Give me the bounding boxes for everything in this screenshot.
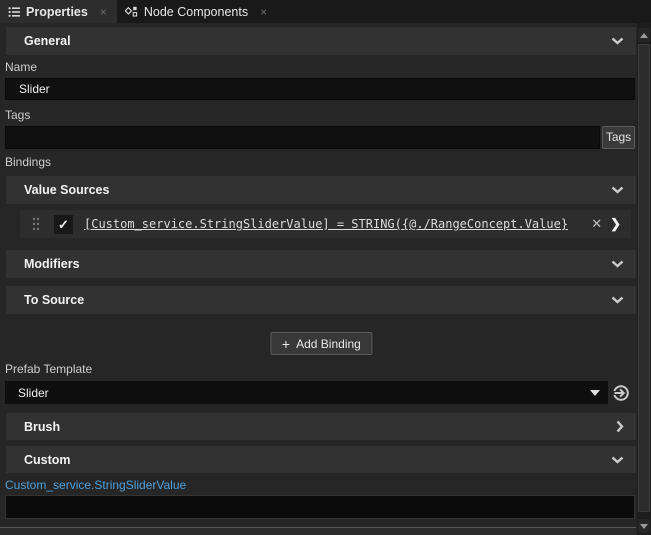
chevron-right-icon: [616, 420, 624, 433]
section-brush-title: Brush: [24, 419, 61, 434]
name-label: Name: [5, 60, 38, 74]
chevron-down-icon: [611, 37, 624, 45]
add-binding-button[interactable]: + Add Binding: [269, 332, 373, 355]
node-components-icon: [124, 6, 138, 17]
bindings-label: Bindings: [5, 155, 52, 169]
binding-enabled-checkbox[interactable]: ✓: [54, 214, 73, 234]
dropdown-caret-icon: [590, 389, 600, 396]
section-to-source[interactable]: To Source: [6, 286, 636, 314]
tags-input[interactable]: [5, 126, 600, 149]
chevron-down-icon: [611, 296, 624, 304]
chevron-down-icon: [611, 456, 624, 464]
go-to-template-button[interactable]: [611, 383, 631, 403]
tab-node-components[interactable]: Node Components ×: [117, 0, 277, 23]
properties-panel: Properties × Node Components × General N…: [0, 0, 651, 535]
section-to-source-title: To Source: [24, 293, 85, 307]
prefab-template-value: Slider: [18, 385, 49, 400]
section-custom-title: Custom: [24, 452, 71, 467]
section-general[interactable]: General: [6, 27, 636, 55]
prefab-template-label: Prefab Template: [5, 362, 93, 376]
tab-properties-label: Properties: [26, 4, 88, 19]
scroll-up-button[interactable]: [638, 28, 650, 42]
section-brush[interactable]: Brush: [6, 413, 636, 440]
section-value-sources[interactable]: Value Sources: [6, 176, 636, 204]
scrollbar-thumb[interactable]: [638, 44, 650, 512]
tab-node-components-label: Node Components: [143, 4, 249, 19]
properties-list-icon: [8, 6, 20, 17]
plus-icon: +: [281, 335, 291, 352]
prefab-template-dropdown[interactable]: Slider: [5, 381, 608, 404]
tags-label: Tags: [5, 108, 31, 122]
section-custom[interactable]: Custom: [6, 446, 636, 473]
section-value-sources-title: Value Sources: [24, 183, 110, 197]
custom-property-input[interactable]: [5, 495, 635, 519]
scroll-up-icon: [640, 32, 648, 38]
add-binding-label: Add Binding: [296, 336, 361, 351]
section-modifiers-title: Modifiers: [24, 257, 80, 271]
tags-button[interactable]: Tags: [602, 126, 635, 149]
scroll-down-icon: [640, 523, 648, 529]
next-section-partial: [0, 527, 636, 535]
tab-properties[interactable]: Properties ×: [0, 0, 117, 23]
open-binding-icon[interactable]: ❯: [608, 216, 631, 232]
vertical-scrollbar[interactable]: [637, 23, 651, 535]
section-general-title: General: [24, 34, 71, 48]
binding-row[interactable]: ✓ [Custom_service.StringSliderValue] = S…: [20, 210, 631, 238]
remove-binding-icon[interactable]: ✕: [585, 216, 608, 232]
tab-bar: Properties × Node Components ×: [0, 0, 651, 23]
close-icon[interactable]: ×: [258, 5, 269, 19]
scroll-down-button[interactable]: [638, 519, 650, 533]
chevron-down-icon: [611, 260, 624, 268]
name-input[interactable]: [5, 78, 635, 100]
binding-expression-link[interactable]: [Custom_service.StringSliderValue] = STR…: [84, 217, 568, 231]
go-to-arrow-icon: [613, 385, 629, 401]
custom-property-label: Custom_service.StringSliderValue: [5, 478, 187, 492]
close-icon[interactable]: ×: [98, 5, 109, 19]
chevron-down-icon: [611, 186, 624, 194]
drag-handle-icon[interactable]: [32, 217, 40, 231]
section-modifiers[interactable]: Modifiers: [6, 250, 636, 278]
